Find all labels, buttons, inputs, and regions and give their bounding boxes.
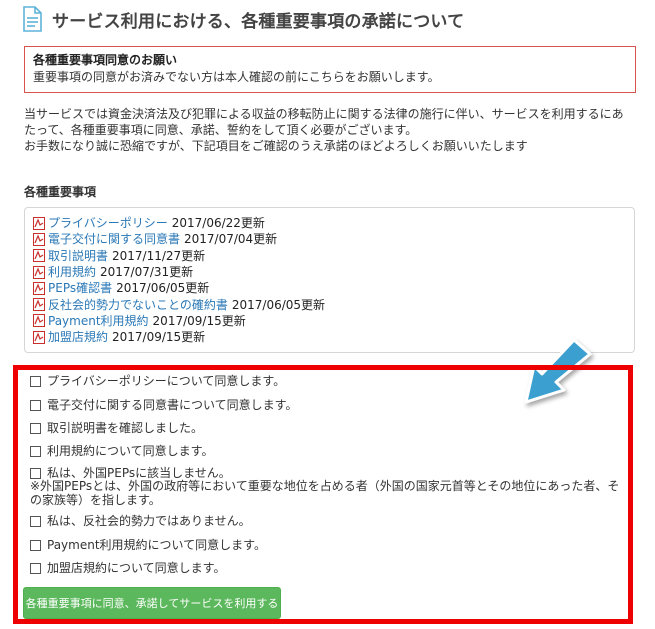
doc-date: 2017/06/22更新 — [171, 216, 265, 231]
pdf-icon — [33, 216, 45, 230]
doc-link-payment-terms[interactable]: Payment利用規約 — [48, 313, 149, 329]
pdf-icon — [33, 330, 45, 344]
doc-date: 2017/06/05更新 — [116, 281, 210, 296]
consent-transaction-explanation[interactable]: 取引説明書を確認しました。 — [30, 421, 203, 436]
doc-date: 2017/09/15更新 — [152, 313, 246, 328]
intro-line: 当サービスでは資金決済法及び犯罪による収益の移転防止に関する法律の施行に伴い、サ… — [24, 107, 624, 121]
consent-electronic-delivery[interactable]: 電子交付に関する同意書について同意します。 — [30, 398, 297, 413]
documents-heading: 各種重要事項 — [24, 185, 97, 199]
pdf-icon — [33, 298, 45, 312]
peps-note-line: ※外国PEPsとは、外国の政府等において重要な地位を占める者（外国の国家元首等と… — [30, 479, 620, 493]
pdf-icon — [33, 265, 45, 279]
notice-heading: 各種重要事項同意のお願い — [33, 53, 178, 67]
checkbox[interactable] — [30, 423, 41, 434]
pdf-icon — [33, 314, 45, 328]
checkbox[interactable] — [30, 468, 41, 479]
list-item: 反社会的勢力でないことの確約書 2017/06/05更新 — [33, 296, 626, 312]
notice-box: 各種重要事項同意のお願い 重要事項の同意がお済みでない方は本人確認の前にこちらを… — [24, 46, 636, 93]
intro-line: たって、各種重要事項に同意、承諾、誓約をして頂く必要がございます。 — [24, 123, 418, 137]
checkbox[interactable] — [30, 540, 41, 551]
page-header: サービス利用における、各種重要事項の承諾について — [22, 6, 464, 32]
checkbox[interactable] — [30, 376, 41, 387]
pdf-icon — [33, 232, 45, 246]
page-title: サービス利用における、各種重要事項の承諾について — [52, 11, 465, 32]
doc-link-privacy-policy[interactable]: プライバシーポリシー — [48, 215, 168, 231]
consent-label: Payment利用規約について同意します。 — [47, 538, 266, 552]
consent-not-anti-social[interactable]: 私は、反社会的勢力ではありません。 — [30, 514, 251, 529]
list-item: プライバシーポリシー 2017/06/22更新 — [33, 215, 626, 231]
consent-label: 加盟店規約について同意します。 — [47, 561, 226, 575]
peps-note: ※外国PEPsとは、外国の政府等において重要な地位を占める者（外国の国家元首等と… — [30, 479, 625, 507]
doc-link-anti-social-pledge[interactable]: 反社会的勢力でないことの確約書 — [48, 297, 228, 313]
doc-date: 2017/11/27更新 — [112, 248, 206, 263]
consent-label: 取引説明書を確認しました。 — [47, 421, 204, 435]
consent-merchant-terms[interactable]: 加盟店規約について同意します。 — [30, 561, 225, 576]
pdf-icon — [33, 249, 45, 263]
consent-terms-of-use[interactable]: 利用規約について同意します。 — [30, 444, 213, 459]
list-item: 利用規約 2017/07/31更新 — [33, 264, 626, 280]
consent-label: 電子交付に関する同意書について同意します。 — [47, 398, 298, 412]
notice-text: 重要事項の同意がお済みでない方は本人確認の前にこちらをお願いします。 — [33, 70, 440, 84]
checkbox[interactable] — [30, 563, 41, 574]
doc-link-merchant-terms[interactable]: 加盟店規約 — [48, 329, 108, 345]
consent-payment-terms[interactable]: Payment利用規約について同意します。 — [30, 538, 266, 553]
doc-link-electronic-delivery[interactable]: 電子交付に関する同意書 — [48, 231, 180, 247]
doc-link-peps-confirmation[interactable]: PEPs確認書 — [48, 280, 112, 296]
consent-label: 私は、反社会的勢力ではありません。 — [47, 514, 251, 528]
document-icon — [23, 6, 42, 32]
intro-text: 当サービスでは資金決済法及び犯罪による収益の移転防止に関する法律の施行に伴い、サ… — [24, 106, 636, 154]
doc-date: 2017/07/04更新 — [184, 232, 278, 247]
consent-label: プライバシーポリシーについて同意します。 — [47, 374, 286, 388]
checkbox[interactable] — [30, 400, 41, 411]
list-item: Payment利用規約 2017/09/15更新 — [33, 313, 626, 329]
intro-line: お手数になり誠に恐縮ですが、下記項目をご確認のうえ承諾のほどよろしくお願いいたし… — [24, 139, 528, 153]
doc-date: 2017/09/15更新 — [112, 330, 206, 345]
consent-label: 利用規約について同意します。 — [47, 444, 214, 458]
consent-privacy-policy[interactable]: プライバシーポリシーについて同意します。 — [30, 374, 285, 389]
checkbox[interactable] — [30, 446, 41, 457]
doc-date: 2017/06/05更新 — [231, 297, 326, 312]
list-item: 電子交付に関する同意書 2017/07/04更新 — [33, 231, 626, 247]
agree-submit-button[interactable]: 各種重要事項に同意、承諾してサービスを利用する — [23, 587, 281, 619]
list-item: PEPs確認書 2017/06/05更新 — [33, 280, 626, 296]
doc-link-transaction-explanation[interactable]: 取引説明書 — [48, 248, 108, 264]
checkbox[interactable] — [30, 516, 41, 527]
doc-date: 2017/07/31更新 — [100, 265, 194, 280]
doc-link-terms-of-use[interactable]: 利用規約 — [48, 264, 96, 280]
peps-note-line: の家族等）を指します。 — [30, 493, 161, 507]
list-item: 取引説明書 2017/11/27更新 — [33, 248, 626, 264]
pdf-icon — [33, 281, 45, 295]
